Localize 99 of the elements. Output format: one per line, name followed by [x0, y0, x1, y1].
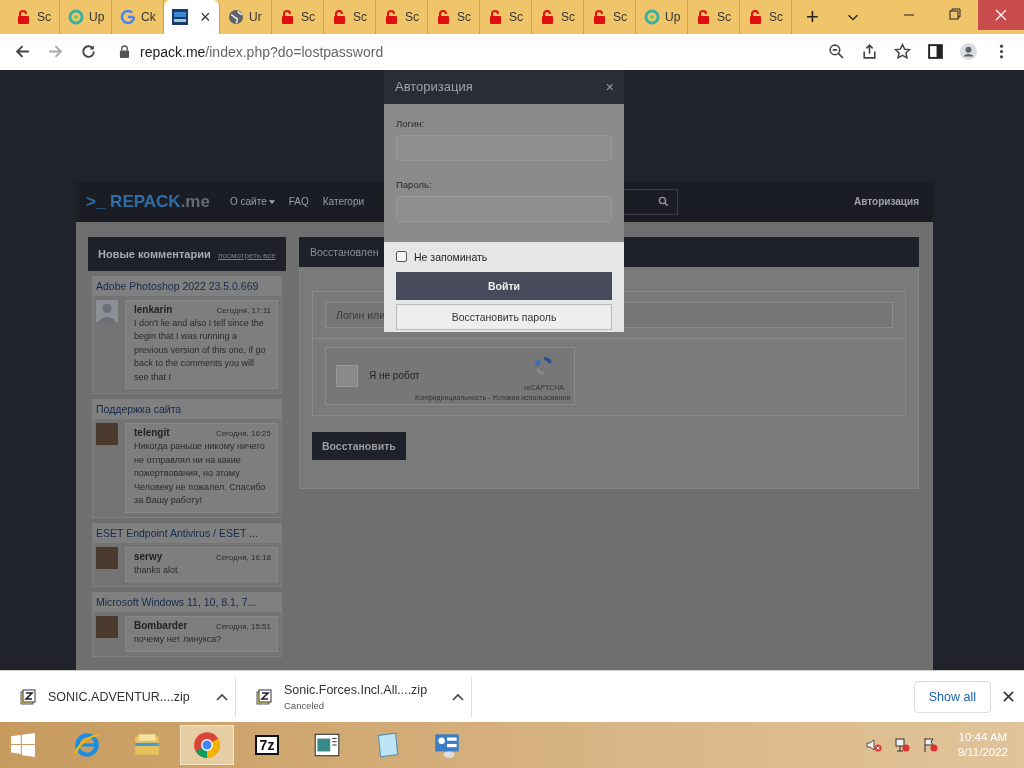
show-all-button[interactable]: Show all — [913, 680, 991, 713]
side-panel-icon[interactable] — [927, 43, 944, 61]
comment-time: Сегодня, 16:18 — [215, 552, 271, 562]
taskbar-app-button[interactable]: 7z — [240, 725, 294, 766]
comment-topic-link[interactable]: Поддержка сайта — [93, 400, 281, 420]
password-label: Пароль: — [396, 178, 433, 190]
dialog-title: Авторизация — [395, 79, 473, 95]
download-item[interactable]: SONIC.ADVENTUR....zip — [0, 676, 236, 717]
sidebar-title: Новые комментарии — [98, 247, 211, 260]
avatar-photo-placeholder — [96, 546, 118, 569]
avatar-photo-placeholder — [96, 423, 118, 446]
download-status: Canceled — [284, 699, 326, 711]
tab-title: Up — [89, 10, 105, 24]
avatar-photo-placeholder — [96, 616, 118, 639]
close-dialog-button[interactable]: × — [605, 78, 614, 95]
tab-title: Sc — [613, 10, 627, 24]
tab-title: Sc — [405, 10, 419, 24]
comment-text: Никогда раньше никому ничего не отправлял ни на какие пожертвования, но этому Человеку не пожалел. Спасибо за Вашу работу! — [134, 440, 267, 508]
chevron-up-icon[interactable] — [216, 692, 228, 701]
comment-text: почему нет линукса? — [134, 633, 223, 647]
recycle-icon — [68, 9, 84, 25]
avatar-silhouette-icon — [96, 299, 118, 322]
remember-label: Не запоминать — [414, 250, 488, 263]
recycle-icon — [644, 9, 660, 25]
padlock-icon — [384, 9, 400, 25]
comment-topic-link[interactable]: Microsoft Windows 11, 10, 8.1, 7... — [93, 593, 281, 613]
google-icon — [120, 9, 136, 25]
archive-file-icon — [256, 688, 272, 705]
globe-icon — [228, 9, 244, 25]
nav-link[interactable]: FAQ — [288, 196, 309, 208]
archive-file-icon — [20, 688, 36, 705]
download-item[interactable]: Sonic.Forces.Incl.All....zip Canceled — [236, 676, 472, 717]
comment-author[interactable]: Bombarder — [134, 620, 188, 632]
comment-author[interactable]: lenkarin — [134, 303, 173, 315]
lock-icon — [119, 45, 130, 59]
comment-topic-link[interactable]: ESET Endpoint Antivirus / ESET ... — [93, 523, 281, 543]
nav-link[interactable]: Категори — [322, 196, 365, 208]
download-filename: Sonic.Forces.Incl.All....zip — [284, 682, 429, 697]
comment-author[interactable]: telengit — [134, 427, 170, 439]
tab-title: Sc — [457, 10, 471, 24]
chrome-icon — [192, 730, 222, 761]
tab-title: Sc — [561, 10, 575, 24]
close-tab-button[interactable]: × — [200, 8, 211, 26]
restore-password-button[interactable]: Восстановить пароль — [396, 303, 612, 330]
padlock-icon — [488, 9, 504, 25]
comment-time: Сегодня, 17:11 — [216, 305, 271, 315]
url-text: repack.me/index.php?do=lostpassword — [140, 43, 384, 60]
captcha-checkbox[interactable] — [336, 364, 358, 387]
login-label: Логин: — [396, 117, 426, 129]
tab-title: Sc — [769, 10, 783, 24]
search-icon[interactable] — [658, 196, 670, 208]
login-placeholder: Логин или — [336, 308, 385, 321]
padlock-icon — [540, 9, 556, 25]
tab-title: Sc — [353, 10, 367, 24]
close-icon[interactable] — [1003, 691, 1014, 703]
padlock-icon — [332, 9, 348, 25]
comment-time: Сегодня, 16:25 — [215, 429, 271, 439]
comment-topic-link[interactable]: Adobe Photoshop 2022 23.5.0.669 — [93, 276, 281, 296]
padlock-icon — [748, 9, 764, 25]
flag-icon[interactable] — [921, 737, 938, 754]
section-title: Восстановлен — [310, 245, 379, 258]
comment-time: Сегодня, 15:51 — [215, 622, 271, 632]
tab-title: Ur — [249, 10, 262, 24]
zoom-out-icon[interactable] — [828, 43, 845, 61]
chevron-up-icon[interactable] — [452, 692, 464, 701]
new-tab-button[interactable]: + — [806, 6, 819, 28]
site-logo-icon — [172, 9, 188, 25]
profile-icon[interactable] — [960, 43, 977, 61]
caret-icon — [268, 199, 275, 204]
nav-link[interactable]: О сайте — [230, 196, 275, 208]
tab-title: Sc — [301, 10, 315, 24]
tab-title: Sc — [509, 10, 523, 24]
restore-button[interactable]: Восстановить — [312, 431, 406, 460]
windows-start-icon[interactable] — [10, 732, 36, 759]
view-all-link[interactable]: посмотреть все — [218, 250, 276, 260]
tab-title: Sc — [717, 10, 731, 24]
padlock-icon — [436, 9, 452, 25]
padlock-icon — [280, 9, 296, 25]
padlock-icon — [696, 9, 712, 25]
share-icon[interactable] — [861, 43, 878, 61]
padlock-icon — [592, 9, 608, 25]
muted-speaker-icon[interactable] — [865, 737, 882, 754]
download-filename: SONIC.ADVENTUR....zip — [48, 689, 191, 704]
comment-author[interactable]: serwy — [134, 550, 163, 562]
comment-text: thanks alot — [134, 563, 179, 577]
network-icon[interactable] — [893, 737, 910, 754]
login-button[interactable]: Войти — [396, 271, 612, 300]
tab-title: Sc — [37, 10, 51, 24]
padlock-icon — [16, 9, 32, 25]
browser-tab[interactable]: × — [164, 0, 220, 34]
login-link[interactable]: Авторизация — [854, 196, 919, 208]
reload-icon[interactable] — [80, 43, 97, 61]
star-icon[interactable] — [894, 43, 911, 61]
taskbar-app-button[interactable] — [180, 725, 234, 766]
remember-checkbox[interactable] — [396, 251, 407, 263]
captcha-label: Я не робот — [369, 370, 420, 382]
tab-title: Ck — [141, 10, 156, 24]
sevenzip-label: 7z — [254, 735, 280, 756]
tab-title: Up — [665, 10, 681, 24]
